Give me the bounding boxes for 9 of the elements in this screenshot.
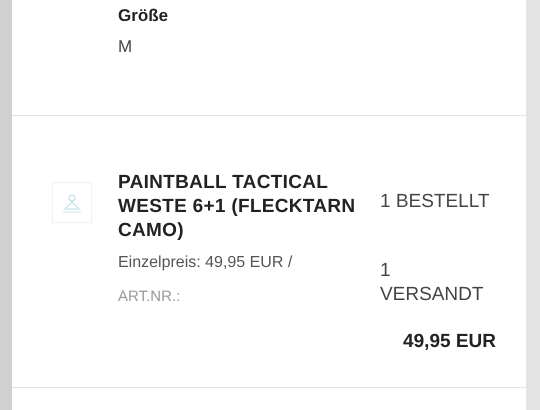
article-number: ART.NR.: (118, 287, 182, 307)
option-value: M (118, 37, 134, 57)
option-label: Größe (118, 6, 170, 26)
product-title[interactable]: PAINTBALL TACTICAL WESTE 6+1 (FLECKTARN CAMO) (118, 171, 358, 243)
ordered-quantity: 1 BESTELLT (380, 190, 490, 214)
line-total: 49,95 EUR (402, 330, 496, 354)
unit-price: Einzelpreis: 49,95 EUR / (118, 253, 294, 273)
image-placeholder-icon (52, 182, 92, 223)
shipped-quantity: 1 VERSANDT (380, 259, 484, 307)
